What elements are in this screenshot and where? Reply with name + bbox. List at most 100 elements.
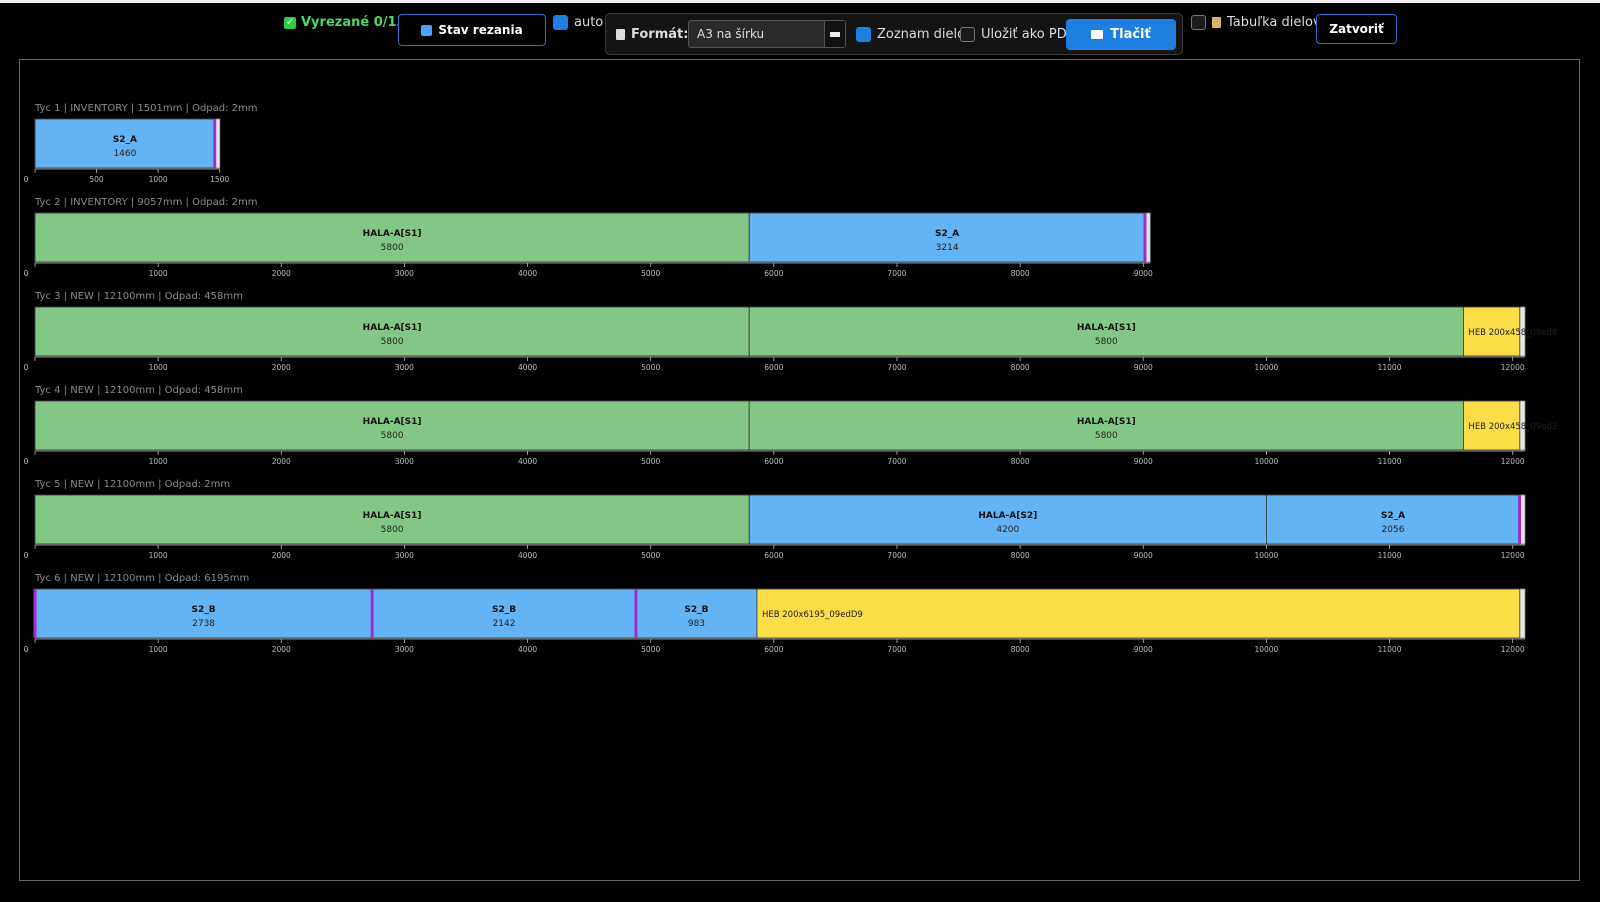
tick-label: 3000 xyxy=(395,551,414,560)
tick-label: 4000 xyxy=(518,269,537,278)
tick-label: 6000 xyxy=(764,645,783,654)
tick-label: 12000 xyxy=(1501,645,1525,654)
segment-length: 2056 xyxy=(1382,525,1405,535)
check-icon: ✓ xyxy=(284,16,296,29)
format-select[interactable]: A3 na šírku xyxy=(688,20,846,48)
parts-list-label: Zoznam dielov xyxy=(877,27,973,42)
bar-header: Tyc 2 | INVENTORY | 9057mm | Odpad: 2mm xyxy=(34,197,258,208)
tick-label: 10000 xyxy=(1254,645,1278,654)
tick-label: 7000 xyxy=(887,363,906,372)
clipboard-icon xyxy=(1212,17,1221,28)
tick-label: 0 xyxy=(24,363,29,372)
tick-label: 0 xyxy=(24,551,29,560)
cut-marker xyxy=(1518,495,1522,544)
tick-label: 9000 xyxy=(1134,363,1153,372)
segment-length: 5800 xyxy=(381,243,404,253)
save-pdf-checkbox[interactable] xyxy=(960,27,975,42)
tick-label: 2000 xyxy=(272,551,291,560)
tick-label: 0 xyxy=(24,645,29,654)
format-panel: Formát: A3 na šírku Zoznam dielov Uložiť… xyxy=(605,13,1183,55)
tick-label: 12000 xyxy=(1501,457,1525,466)
tick-label: 10000 xyxy=(1254,551,1278,560)
bar-header: Tyc 5 | NEW | 12100mm | Odpad: 2mm xyxy=(34,479,230,490)
dropdown-icon[interactable] xyxy=(824,21,845,47)
parts-table-label: Tabuľka dielov xyxy=(1227,15,1321,30)
segment-length: 5800 xyxy=(381,337,404,347)
bar-header: Tyc 4 | NEW | 12100mm | Odpad: 458mm xyxy=(34,385,243,396)
tick-label: 9000 xyxy=(1134,645,1153,654)
waste-label: HEB 200x6195_09edD9 xyxy=(762,610,863,620)
parts-list-toggle[interactable]: Zoznam dielov xyxy=(856,27,973,42)
close-label: Zatvoriť xyxy=(1329,22,1384,36)
bar-header: Tyc 3 | NEW | 12100mm | Odpad: 458mm xyxy=(34,291,243,302)
tick-label: 5000 xyxy=(641,269,660,278)
tick-label: 10000 xyxy=(1254,457,1278,466)
tick-label: 9000 xyxy=(1134,269,1153,278)
segment-length: 2142 xyxy=(493,619,516,629)
auto-checkbox[interactable] xyxy=(553,15,568,30)
parts-table-toggle[interactable]: Tabuľka dielov xyxy=(1191,15,1321,30)
tick-label: 3000 xyxy=(395,457,414,466)
tick-label: 0 xyxy=(24,175,29,184)
cutting-layout-canvas: Tyc 1 | INVENTORY | 1501mm | Odpad: 2mm S… xyxy=(19,59,1580,881)
waste-label: HEB 200x458_09ed3 xyxy=(1468,422,1557,432)
tick-label: 0 xyxy=(24,457,29,466)
tick-label: 4000 xyxy=(518,551,537,560)
tick-label: 5000 xyxy=(641,457,660,466)
waste-segment[interactable] xyxy=(756,588,1521,639)
segment-name: HALA-A[S1] xyxy=(1077,417,1136,427)
tick-label: 5000 xyxy=(641,551,660,560)
tick-label: 3000 xyxy=(395,645,414,654)
tick-label: 8000 xyxy=(1011,551,1030,560)
tick-label: 1000 xyxy=(149,645,168,654)
tick-label: 9000 xyxy=(1134,551,1153,560)
tick-label: 1000 xyxy=(149,363,168,372)
auto-toggle[interactable]: auto xyxy=(553,15,603,30)
tick-label: 7000 xyxy=(887,457,906,466)
cutting-status-button[interactable]: Stav rezania xyxy=(398,14,546,46)
parts-table-checkbox[interactable] xyxy=(1191,15,1206,30)
close-button[interactable]: Zatvoriť xyxy=(1316,14,1397,44)
cut-status-text: Vyrezané 0/13 xyxy=(301,15,406,30)
print-button[interactable]: Tlačiť xyxy=(1066,19,1176,50)
parts-list-checkbox[interactable] xyxy=(856,27,871,42)
tick-label: 5000 xyxy=(641,645,660,654)
segment-name: HALA-A[S2] xyxy=(978,511,1037,521)
tick-label: 2000 xyxy=(272,269,291,278)
segment-length: 5800 xyxy=(381,525,404,535)
tick-label: 8000 xyxy=(1011,363,1030,372)
tick-label: 11000 xyxy=(1378,363,1402,372)
cut-marker xyxy=(370,589,374,638)
tick-label: 9000 xyxy=(1134,457,1153,466)
tick-label: 5000 xyxy=(641,363,660,372)
tick-label: 6000 xyxy=(764,551,783,560)
status-icon xyxy=(421,24,433,36)
tick-label: 1000 xyxy=(149,551,168,560)
segment-length: 4200 xyxy=(996,525,1019,535)
tick-label: 7000 xyxy=(887,551,906,560)
segment-length: 2738 xyxy=(192,619,215,629)
printer-icon xyxy=(1091,30,1104,39)
tick-label: 4000 xyxy=(518,457,537,466)
tick-label: 6000 xyxy=(764,363,783,372)
tick-label: 6000 xyxy=(764,457,783,466)
tick-label: 0 xyxy=(24,269,29,278)
document-icon xyxy=(616,29,625,40)
segment-length: 5800 xyxy=(1095,337,1118,347)
segment-name: S2_A xyxy=(1381,511,1405,521)
tick-label: 8000 xyxy=(1011,645,1030,654)
cut-marker xyxy=(1143,213,1147,262)
segment-name: S2_A xyxy=(935,229,959,239)
tick-label: 7000 xyxy=(887,269,906,278)
format-select-value: A3 na šírku xyxy=(697,27,765,41)
tick-label: 11000 xyxy=(1378,457,1402,466)
segment-name: HALA-A[S1] xyxy=(363,323,422,333)
save-pdf-toggle[interactable]: Uložiť ako PDF xyxy=(960,27,1074,42)
format-label: Formát: xyxy=(616,27,688,42)
segment-name: S2_B xyxy=(192,605,216,615)
segment-name: HALA-A[S1] xyxy=(363,229,422,239)
tick-label: 4000 xyxy=(518,645,537,654)
tick-label: 1500 xyxy=(210,175,229,184)
tick-label: 2000 xyxy=(272,645,291,654)
tick-label: 1000 xyxy=(149,269,168,278)
